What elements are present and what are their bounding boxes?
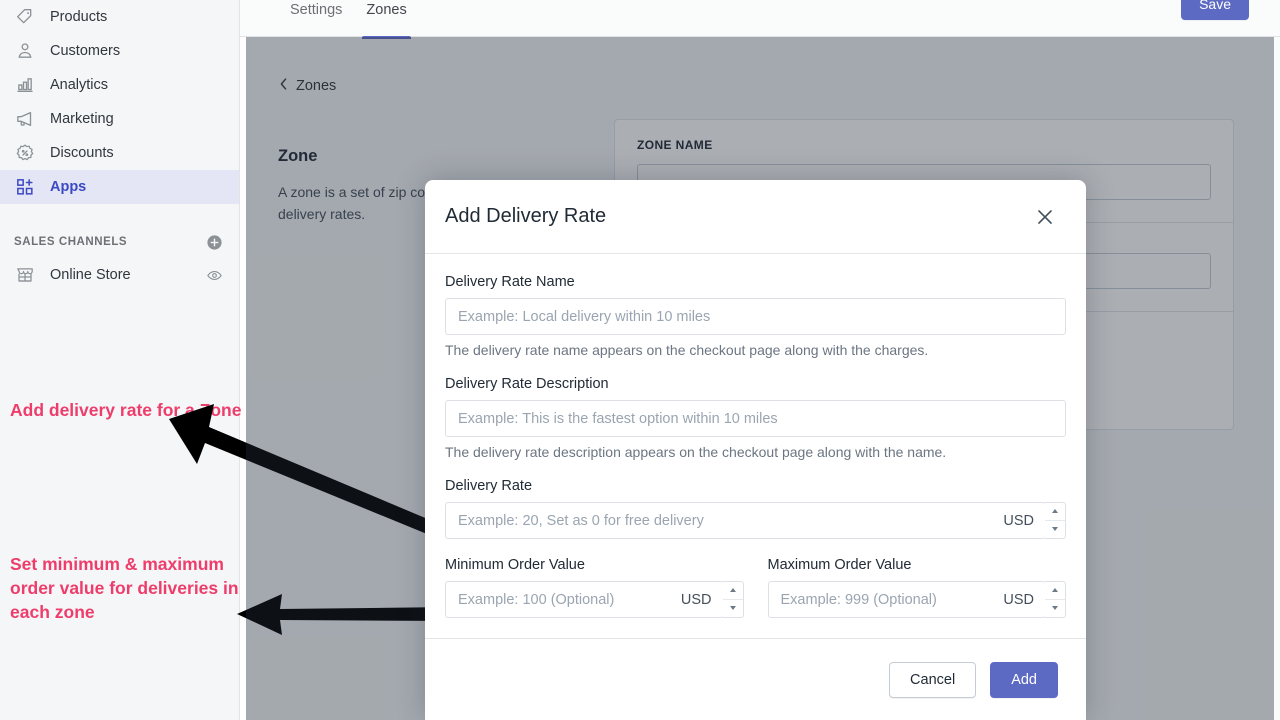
min-order-value-box[interactable]: USD — [445, 581, 724, 618]
sales-channels-header: SALES CHANNELS — [0, 226, 239, 258]
stepper-down-icon[interactable] — [1045, 521, 1065, 539]
currency-label: USD — [997, 592, 1045, 608]
stepper-down-icon[interactable] — [723, 600, 743, 618]
channel-label: Online Store — [50, 268, 191, 283]
storefront-icon — [14, 264, 36, 286]
delivery-rate-row: USD — [445, 502, 1066, 539]
sidebar-nav: Products Customers Analytics — [0, 0, 239, 204]
stepper-up-icon[interactable] — [1045, 582, 1065, 600]
sidebar-item-analytics[interactable]: Analytics — [0, 68, 239, 102]
field-maximum-order-value: Maximum Order Value USD — [768, 557, 1067, 618]
sidebar-item-label: Discounts — [50, 146, 114, 161]
sidebar-item-customers[interactable]: Customers — [0, 34, 239, 68]
delivery-rate-box[interactable]: USD — [445, 502, 1046, 539]
page-right-edge — [1274, 37, 1280, 720]
add-button[interactable]: Add — [990, 662, 1058, 698]
annotation-add-delivery-rate: Add delivery rate for a Zone — [10, 398, 242, 422]
sales-channels-title: SALES CHANNELS — [14, 236, 127, 248]
annotation-min-max-order-value: Set minimum & maximum order value for de… — [10, 552, 242, 624]
delivery-rate-name-input[interactable] — [445, 298, 1066, 335]
field-help: The delivery rate name appears on the ch… — [445, 342, 1066, 358]
delivery-rate-input[interactable] — [458, 503, 997, 538]
field-help: The delivery rate description appears on… — [445, 444, 1066, 460]
topbar: Settings Zones Save — [240, 0, 1280, 37]
field-label: Maximum Order Value — [768, 557, 1067, 573]
delivery-rate-description-input[interactable] — [445, 400, 1066, 437]
field-label: Minimum Order Value — [445, 557, 744, 573]
max-order-value-input[interactable] — [781, 582, 998, 617]
sidebar-item-apps[interactable]: Apps — [0, 170, 239, 204]
modal-header: Add Delivery Rate — [425, 180, 1086, 254]
field-minimum-order-value: Minimum Order Value USD — [445, 557, 744, 618]
stepper-up-icon[interactable] — [1045, 503, 1065, 521]
field-delivery-rate-name: Delivery Rate Name The delivery rate nam… — [445, 274, 1066, 358]
plus-circle-icon[interactable] — [205, 233, 223, 251]
field-label: Delivery Rate — [445, 478, 1066, 494]
field-label: Delivery Rate Description — [445, 376, 1066, 392]
stepper-down-icon[interactable] — [1045, 600, 1065, 618]
field-label: Delivery Rate Name — [445, 274, 1066, 290]
min-order-value-input[interactable] — [458, 582, 675, 617]
modal-footer: Cancel Add — [425, 638, 1086, 720]
min-order-value-row: USD — [445, 581, 744, 618]
sidebar-item-products[interactable]: Products — [0, 0, 239, 34]
tab-zones[interactable]: Zones — [366, 0, 406, 37]
sidebar-channel-online-store[interactable]: Online Store — [0, 258, 239, 292]
sidebar-item-label: Apps — [50, 180, 86, 195]
stepper-up-icon[interactable] — [723, 582, 743, 600]
app-screen: Products Customers Analytics — [0, 0, 1280, 720]
close-icon[interactable] — [1033, 205, 1057, 229]
tab-settings[interactable]: Settings — [290, 0, 342, 37]
max-order-value-stepper[interactable] — [1045, 581, 1066, 618]
delivery-rate-stepper[interactable] — [1045, 502, 1066, 539]
apps-grid-icon — [14, 176, 36, 198]
sidebar-item-marketing[interactable]: Marketing — [0, 102, 239, 136]
sidebar: Products Customers Analytics — [0, 0, 240, 720]
save-button[interactable]: Save — [1181, 0, 1249, 20]
tag-icon — [14, 6, 36, 28]
sidebar-item-label: Analytics — [50, 78, 108, 93]
person-icon — [14, 40, 36, 62]
sidebar-item-label: Customers — [50, 44, 120, 59]
modal-title: Add Delivery Rate — [445, 205, 606, 228]
field-delivery-rate-description: Delivery Rate Description The delivery r… — [445, 376, 1066, 460]
modal-body: Delivery Rate Name The delivery rate nam… — [425, 254, 1086, 638]
sidebar-item-label: Marketing — [50, 112, 114, 127]
sidebar-item-label: Products — [50, 10, 107, 25]
order-value-row: Minimum Order Value USD Maximum Order — [445, 557, 1066, 618]
max-order-value-row: USD — [768, 581, 1067, 618]
megaphone-icon — [14, 108, 36, 130]
min-order-value-stepper[interactable] — [723, 581, 744, 618]
currency-label: USD — [997, 513, 1045, 529]
cancel-button[interactable]: Cancel — [889, 662, 976, 698]
field-delivery-rate: Delivery Rate USD — [445, 478, 1066, 539]
discount-icon — [14, 142, 36, 164]
sidebar-item-discounts[interactable]: Discounts — [0, 136, 239, 170]
max-order-value-box[interactable]: USD — [768, 581, 1047, 618]
eye-icon[interactable] — [205, 266, 223, 284]
add-delivery-rate-modal: Add Delivery Rate Delivery Rate Name The… — [425, 180, 1086, 720]
tab-bar: Settings Zones — [290, 0, 407, 37]
bar-chart-icon — [14, 74, 36, 96]
currency-label: USD — [675, 592, 723, 608]
